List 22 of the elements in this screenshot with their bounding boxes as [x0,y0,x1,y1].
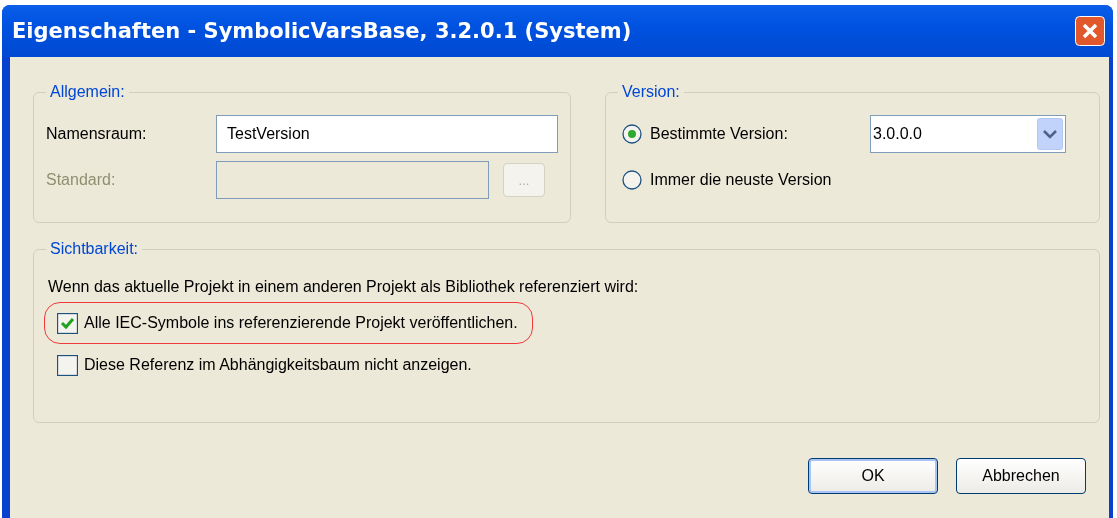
description-text: Wenn das aktuelle Projekt in einem anderen Projekt als Bibliothek referenziert wird: [48,278,640,296]
checkbox[interactable] [57,354,78,376]
dropdown-value: 3.0.0.0 [873,125,922,143]
radio-label: Immer die neuste Version [650,171,832,189]
window-title: Eigenschaften - SymbolicVarsBase, 3.2.0.1 (System) [12,19,632,43]
group-title: Version: [621,83,681,101]
radio-button[interactable] [622,170,642,190]
checkbox[interactable] [57,312,78,334]
group-title: Sichtbarkeit: [49,240,140,258]
field-label: Standard: [46,171,117,189]
chevron-down-icon[interactable] [1037,118,1063,150]
field-label: Namensraum: [46,125,148,143]
ok-button[interactable]: OK [808,458,938,494]
close-icon[interactable] [1075,16,1105,46]
checkbox-label: Diese Referenz im Abhängigkeitsbaum nicht anzeigen. [84,356,472,374]
group-title: Allgemein: [49,83,126,101]
text-field[interactable]: TestVersion [216,115,558,153]
checkbox-label: Alle IEC-Symbole ins referenzierende Projekt veröffentlichen. [84,314,518,332]
cancel-button[interactable]: Abbrechen [956,458,1086,494]
radio-label: Bestimmte Version: [650,125,789,143]
radio-button[interactable] [622,124,642,144]
version-dropdown[interactable]: 3.0.0.0 [870,115,1066,153]
